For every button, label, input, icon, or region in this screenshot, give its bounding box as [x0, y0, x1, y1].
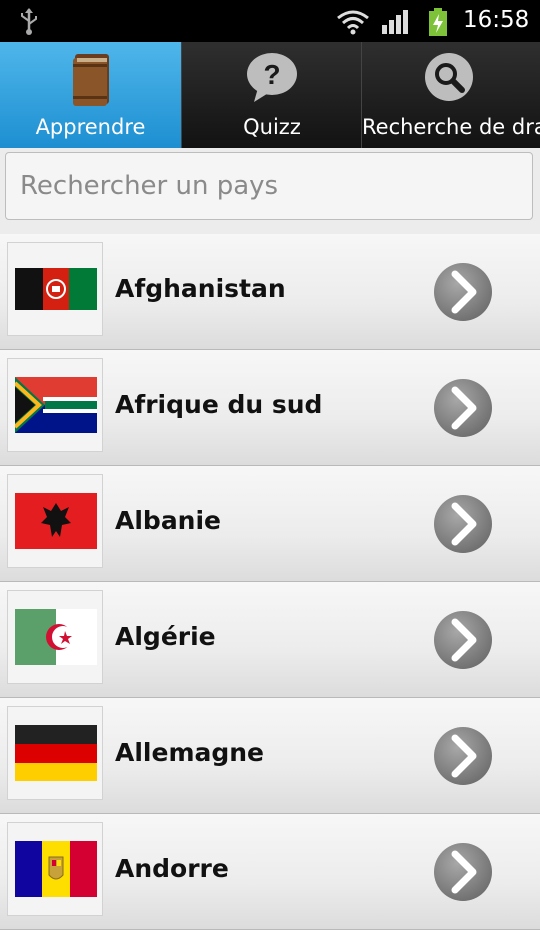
- usb-icon: [21, 8, 37, 35]
- status-bar: 16:58: [0, 0, 540, 42]
- search-input[interactable]: [5, 152, 533, 220]
- list-item[interactable]: Allemagne: [0, 698, 540, 814]
- list-item[interactable]: Afghanistan: [0, 234, 540, 350]
- andorra-flag-icon: [15, 841, 97, 897]
- algeria-flag-icon: [15, 609, 97, 665]
- tab-bar: Apprendre ? Quizz Recherche de dra: [0, 42, 540, 148]
- albania-flag-icon: [15, 493, 97, 549]
- country-name: Andorre: [115, 854, 229, 883]
- chevron-right-icon[interactable]: [431, 492, 495, 556]
- flag-frame: [7, 706, 103, 800]
- magnifier-icon: [425, 53, 473, 101]
- clock-time: 16:58: [463, 7, 530, 33]
- chevron-right-icon[interactable]: [431, 608, 495, 672]
- country-name: Albanie: [115, 506, 222, 535]
- tab-quizz[interactable]: ? Quizz: [181, 42, 362, 148]
- list-item[interactable]: Andorre: [0, 814, 540, 930]
- flag-frame: [7, 822, 103, 916]
- list-item[interactable]: Afrique du sud: [0, 350, 540, 466]
- tab-label: Recherche de dra: [362, 115, 540, 139]
- list-item[interactable]: Algérie: [0, 582, 540, 698]
- tab-apprendre[interactable]: Apprendre: [0, 42, 181, 148]
- tab-label: Apprendre: [35, 115, 146, 139]
- chevron-right-icon[interactable]: [431, 724, 495, 788]
- afghanistan-flag-icon: [15, 268, 97, 310]
- signal-icon: [382, 10, 408, 34]
- country-name: Afrique du sud: [115, 390, 323, 419]
- tab-label: Quizz: [243, 115, 301, 139]
- country-name: Afghanistan: [115, 274, 286, 303]
- search-area: [0, 148, 540, 236]
- battery-charging-icon: [429, 8, 447, 36]
- flag-frame: [7, 358, 103, 452]
- country-name: Allemagne: [115, 738, 265, 767]
- chevron-right-icon[interactable]: [431, 260, 495, 324]
- country-list: Afghanistan Afrique du sud Albanie Algér…: [0, 234, 540, 930]
- book-icon: [72, 54, 109, 106]
- svg-text:?: ?: [263, 59, 280, 90]
- question-bubble-icon: ?: [247, 53, 297, 102]
- wifi-icon: [337, 10, 369, 35]
- chevron-right-icon[interactable]: [431, 376, 495, 440]
- tab-recherche[interactable]: Recherche de dra: [361, 42, 540, 148]
- flag-frame: [7, 474, 103, 568]
- chevron-right-icon[interactable]: [431, 840, 495, 904]
- list-item[interactable]: Albanie: [0, 466, 540, 582]
- germany-flag-icon: [15, 725, 97, 781]
- country-name: Algérie: [115, 622, 216, 651]
- flag-frame: [7, 590, 103, 684]
- south-africa-flag-icon: [15, 377, 97, 433]
- flag-frame: [7, 242, 103, 336]
